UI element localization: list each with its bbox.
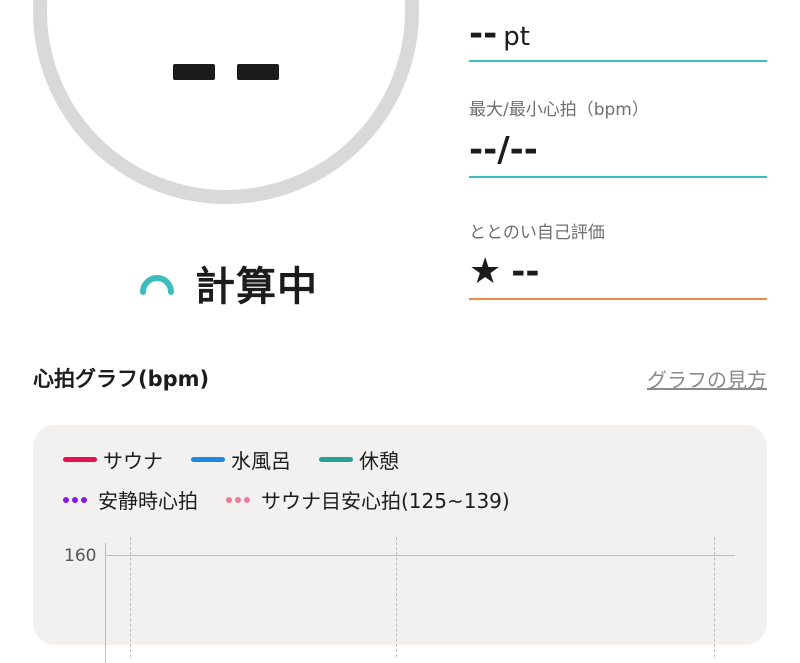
sauna-target-dots-icon	[226, 496, 253, 503]
legend-resting-hr: 安静時心拍	[63, 485, 198, 514]
heart-rate-stat: 最大/最小心拍（bpm） --/--	[469, 95, 767, 178]
calculating-status: 計算中	[195, 264, 318, 310]
sauna-line-icon	[63, 457, 97, 462]
legend-row-phases: サウナ 水風呂 休憩	[63, 445, 427, 474]
self-rating-underline	[469, 298, 767, 300]
legend-sauna-label: サウナ	[103, 449, 163, 473]
score-value-placeholder	[47, 64, 405, 80]
heart-rate-value: --/--	[469, 130, 538, 170]
y-axis-tick: 160	[64, 546, 97, 566]
vertical-guide	[714, 537, 715, 657]
water-bath-line-icon	[191, 457, 225, 462]
points-stat: -- pt	[469, 14, 767, 62]
self-rating-label: ととのい自己評価	[469, 223, 605, 243]
vertical-guide	[130, 537, 131, 657]
self-rating-value: --	[511, 252, 540, 292]
gridline-160	[105, 555, 735, 556]
heart-rate-underline	[469, 176, 767, 178]
legend-water-bath-label: 水風呂	[231, 449, 291, 473]
vertical-guide	[396, 537, 397, 657]
legend-sauna-target-hr: サウナ目安心拍(125~139)	[226, 485, 510, 514]
rest-line-icon	[319, 457, 353, 462]
legend-row-targets: 安静時心拍 サウナ目安心拍(125~139)	[63, 485, 538, 514]
legend-sauna-target-label: サウナ目安心拍(125~139)	[261, 489, 510, 513]
legend-sauna: サウナ	[63, 445, 163, 474]
legend-rest: 休憩	[319, 445, 399, 474]
heart-rate-label: 最大/最小心拍（bpm）	[469, 100, 649, 120]
legend-water-bath: 水風呂	[191, 445, 291, 474]
loading-spinner-icon	[140, 275, 174, 295]
points-underline	[469, 60, 767, 62]
graph-title: 心拍グラフ(bpm)	[33, 367, 210, 391]
points-unit: pt	[503, 22, 530, 52]
heart-rate-graph-card: サウナ 水風呂 休憩 安静時心拍 サウナ目安心拍(125~139) 160	[33, 425, 767, 663]
star-icon: ★	[469, 251, 502, 292]
graph-help-link[interactable]: グラフの見方	[647, 364, 767, 393]
legend-rest-label: 休憩	[359, 449, 399, 473]
self-rating-stat[interactable]: ととのい自己評価 ★ --	[469, 218, 767, 300]
points-value: --	[469, 14, 498, 54]
score-ring	[33, 0, 419, 204]
legend-resting-hr-label: 安静時心拍	[98, 489, 198, 513]
resting-hr-dots-icon	[63, 496, 90, 503]
y-axis-line	[105, 543, 106, 663]
